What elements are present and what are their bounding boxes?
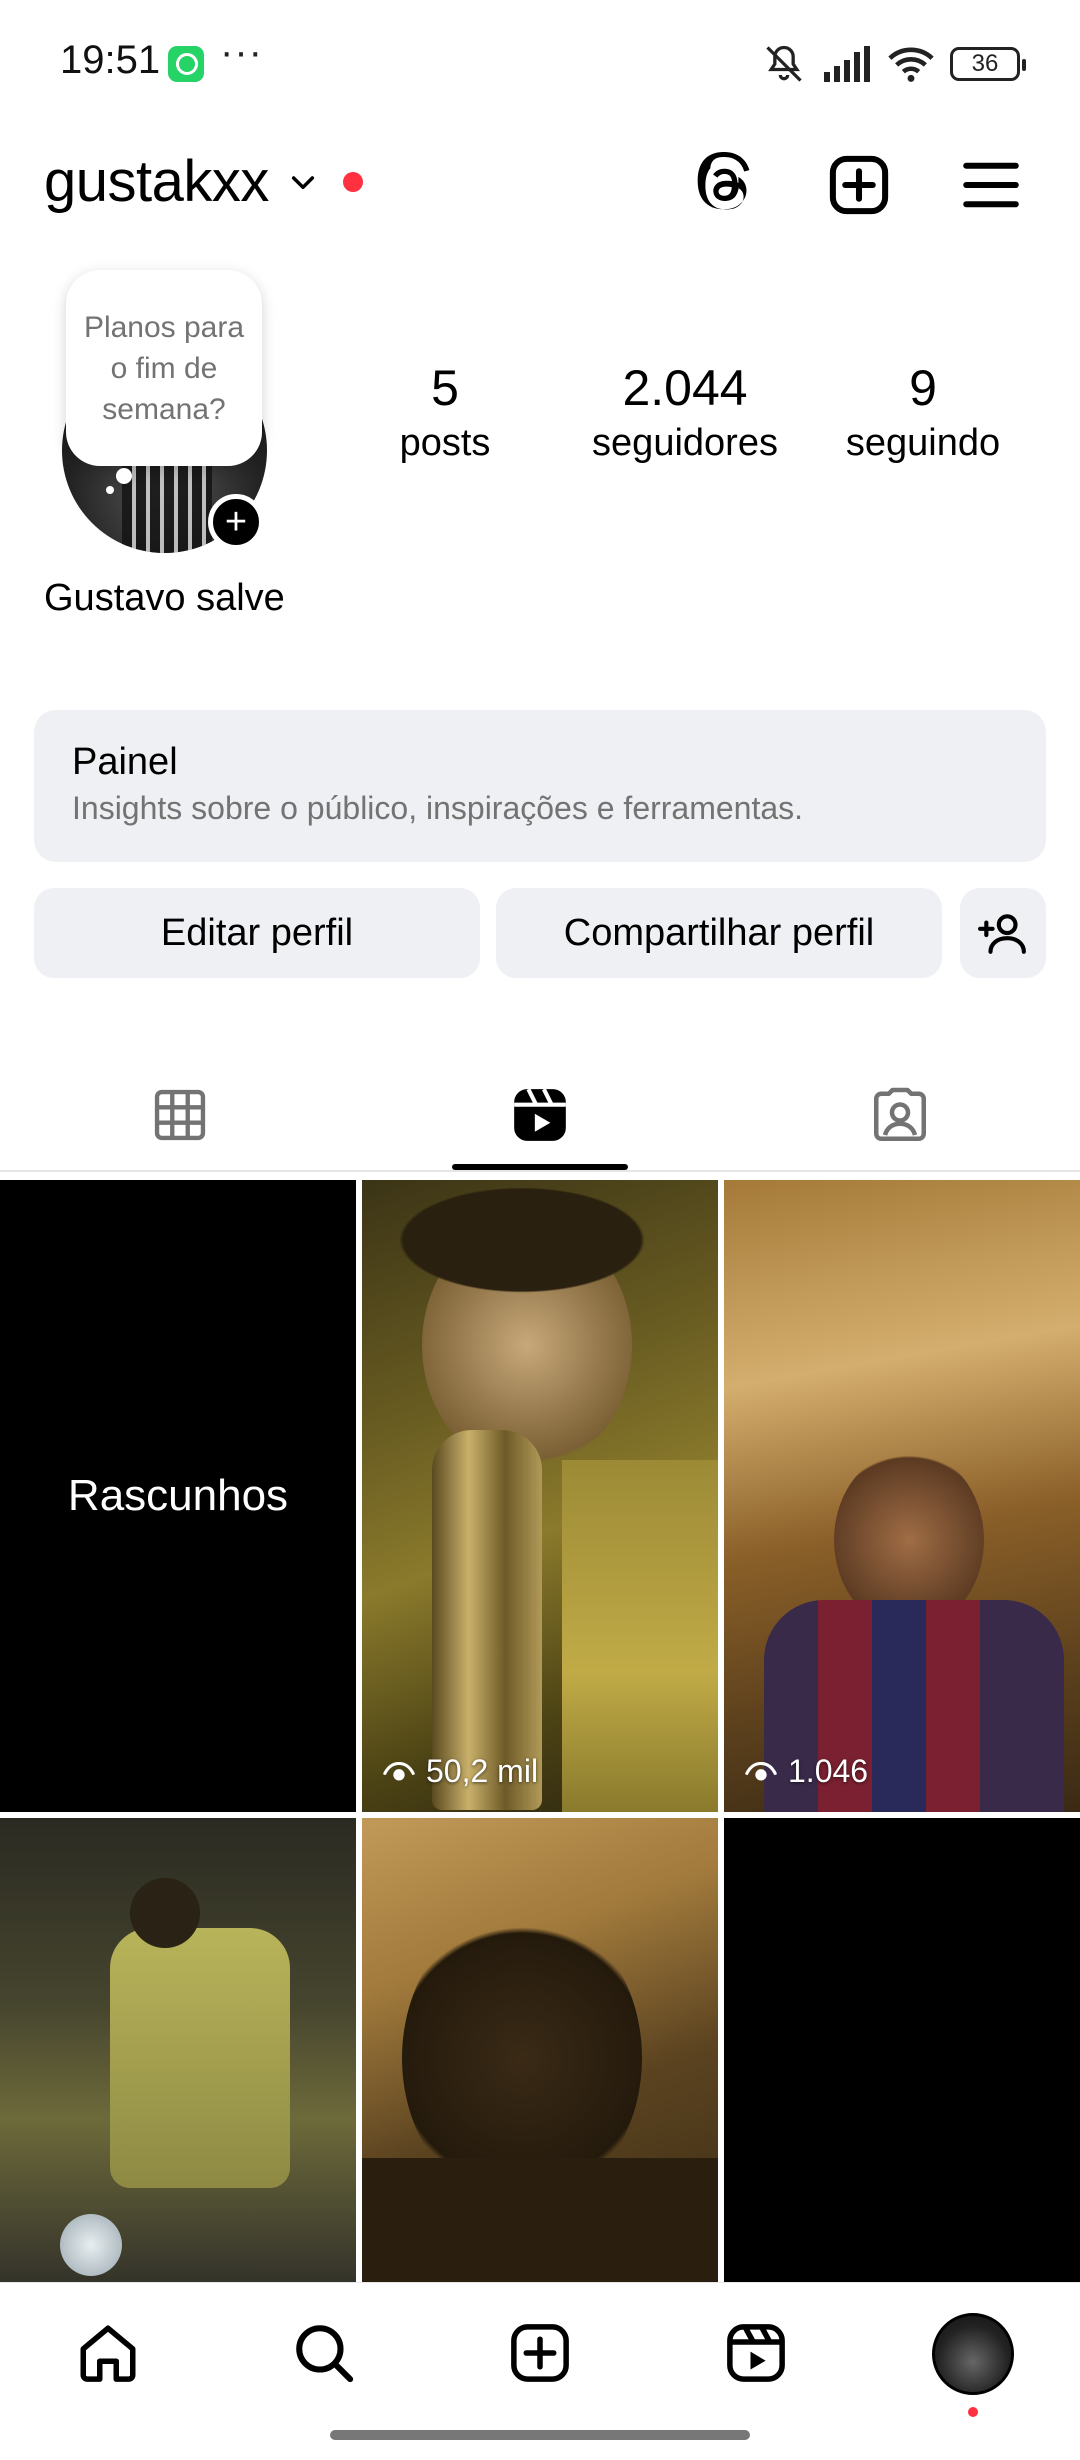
nav-create[interactable] [500,2313,580,2393]
home-icon [80,2325,136,2382]
tabs-divider [0,1170,1080,1172]
thumbnail-shoulders [362,2158,718,2282]
add-post-icon[interactable] [826,152,892,218]
threads-icon[interactable] [693,152,759,218]
drafts-label: Rascunhos [67,1471,289,1520]
mute-icon [766,45,802,82]
view-count-value: 50,2 mil [426,1753,539,1789]
stat-followers[interactable]: 2.044 seguidores [570,358,800,468]
tab-posts-grid[interactable] [0,1060,360,1170]
eye-icon [745,1761,777,1780]
note-bubble[interactable]: Planos para o fim de semana? [66,270,262,466]
thumbnail-player [110,1928,290,2188]
nav-reels[interactable] [716,2313,796,2393]
nav-home[interactable] [68,2313,148,2393]
reel-thumbnail[interactable] [362,1818,718,2282]
thumbnail-hair [382,1180,662,1300]
drafts-tile[interactable]: Rascunhos [0,1180,356,1812]
display-name: Gustavo salve [44,577,285,619]
profile-header: gustakxx [0,130,1080,240]
note-bubble-tail-small [106,486,114,494]
stat-following-label: seguindo [845,422,1001,464]
stat-posts[interactable]: 5 posts [380,358,510,468]
discover-people-button[interactable] [960,888,1046,978]
signal-icon [824,46,870,82]
view-count-value: 1.046 [788,1753,869,1789]
tagged-icon [874,1087,926,1141]
chevron-down-icon[interactable] [287,166,319,198]
reels-icon [727,2324,785,2382]
status-time: 19:51 [60,38,161,82]
stat-followers-label: seguidores [592,422,778,464]
reel-thumbnail[interactable]: 50,2 mil [362,1180,718,1812]
more-notifications-icon: ··· [220,30,263,74]
reels-icon [514,1088,566,1141]
whatsapp-icon [168,46,204,82]
view-count: 50,2 mil [382,1753,538,1790]
nav-search[interactable] [284,2313,364,2393]
home-indicator[interactable] [330,2430,750,2440]
nav-profile-avatar[interactable] [932,2313,1014,2395]
battery-icon: 36 [950,47,1026,81]
tab-tagged[interactable] [720,1060,1080,1170]
note-bubble-tail [116,468,132,484]
reel-thumbnail[interactable] [724,1818,1080,2282]
account-switcher[interactable]: gustakxx [44,148,363,215]
stat-posts-label: posts [399,422,491,464]
add-story-button[interactable]: + [208,494,264,550]
stat-posts-value: 5 [431,360,459,416]
notification-dot [342,171,363,192]
status-icons: 36 [762,42,1026,86]
username[interactable]: gustakxx [44,148,269,215]
add-person-icon [978,914,1026,954]
thumbnail-jersey [562,1460,718,1812]
stat-followers-value: 2.044 [622,360,748,416]
grid-icon [154,1089,206,1141]
thumbnail-head [130,1878,200,1948]
share-profile-button[interactable]: Compartilhar perfil [496,888,942,978]
dashboard-title: Painel [72,741,178,783]
thumbnail-ball [60,2214,122,2276]
profile-notification-dot [968,2407,978,2417]
status-bar: 19:51 ··· 36 [0,0,1080,130]
stat-following-value: 9 [909,360,937,416]
eye-icon [383,1761,415,1780]
stat-following[interactable]: 9 seguindo [830,358,1016,468]
view-count: 1.046 [744,1753,868,1790]
tab-reels[interactable] [360,1060,720,1170]
wifi-icon [888,47,934,82]
reel-thumbnail[interactable]: 1.046 [724,1180,1080,1812]
content-tabs [0,1060,1080,1170]
menu-icon[interactable] [958,152,1024,218]
reel-thumbnail[interactable] [0,1818,356,2282]
create-icon [511,2324,569,2382]
search-icon [296,2325,354,2383]
note-text: Planos para o fim de semana? [83,310,245,426]
edit-profile-button[interactable]: Editar perfil [34,888,480,978]
dashboard-subtitle: Insights sobre o público, inspirações e … [72,790,804,826]
professional-dashboard[interactable]: Painel Insights sobre o público, inspira… [34,710,1046,862]
